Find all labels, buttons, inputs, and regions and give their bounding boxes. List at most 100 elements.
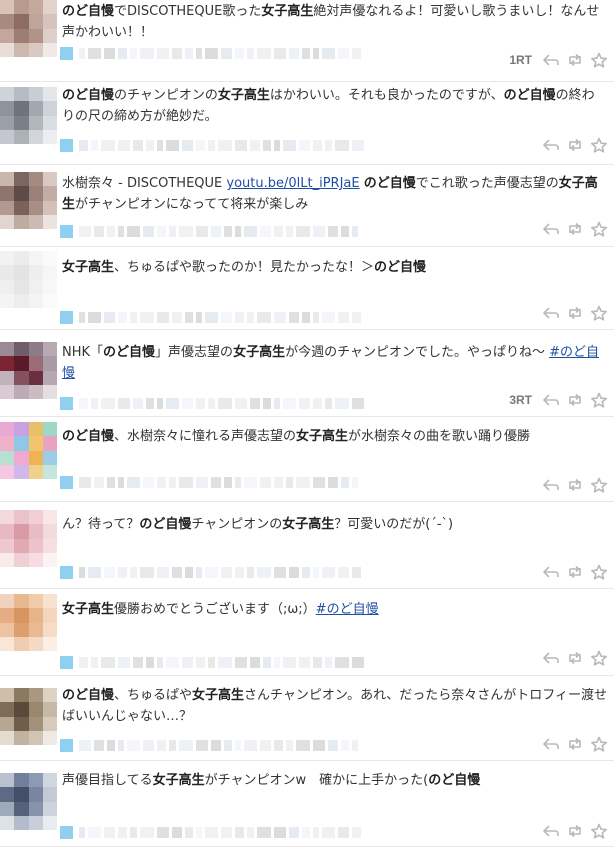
avatar[interactable]	[0, 510, 57, 567]
reply-icon[interactable]	[542, 564, 560, 580]
blurred-block	[196, 139, 205, 151]
avatar-pixel	[28, 552, 43, 567]
blurred-block	[130, 826, 137, 838]
source-icon	[60, 46, 73, 60]
avatar[interactable]	[0, 594, 57, 651]
avatar-pixel	[42, 510, 57, 525]
favorite-star-icon[interactable]	[590, 564, 608, 580]
reply-icon[interactable]	[542, 392, 560, 408]
reply-icon[interactable]	[542, 305, 560, 321]
reply-icon[interactable]	[542, 736, 560, 752]
avatar[interactable]	[0, 251, 57, 308]
blurred-block	[257, 826, 271, 838]
blurred-block	[352, 311, 361, 323]
favorite-star-icon[interactable]	[590, 736, 608, 752]
retweet-icon[interactable]	[566, 392, 584, 408]
keyword-highlight: 女子高生	[296, 429, 349, 444]
avatar-pixel	[42, 815, 57, 830]
tweet-actions	[542, 564, 608, 580]
tweet-link[interactable]: youtu.be/0lLt_iPRJaE	[226, 176, 359, 191]
blurred-block	[118, 397, 130, 409]
reply-icon[interactable]	[542, 137, 560, 153]
blurred-block	[341, 476, 349, 488]
tweet-text-segment: チャンピオンの	[191, 517, 283, 532]
source-icon	[60, 138, 73, 152]
blurred-block	[325, 656, 332, 668]
blurred-block	[118, 311, 127, 323]
tweet-text: 声優目指してる女子高生がチャンピオンw 確かに上手かった(のど自慢	[62, 770, 607, 791]
tweet-text: NHK「のど自慢」声優志望の女子高生が今週のチャンピオンでした。やっぱりね～ #…	[62, 342, 607, 384]
blurred-block	[260, 476, 271, 488]
retweet-icon[interactable]	[566, 221, 584, 237]
blurred-block	[79, 826, 85, 838]
blurred-block	[143, 739, 154, 751]
avatar[interactable]	[0, 0, 57, 57]
avatar-pixel	[28, 450, 43, 465]
blurred-block	[107, 476, 115, 488]
avatar-pixel	[42, 636, 57, 651]
avatar-pixel	[42, 594, 57, 609]
blurred-block	[274, 139, 280, 151]
retweet-icon[interactable]	[566, 650, 584, 666]
tweet-item: ん？待って？のど自慢チャンピオンの女子高生？可愛いのだが(´-`)	[0, 502, 614, 589]
avatar[interactable]	[0, 422, 57, 479]
avatar[interactable]	[0, 87, 57, 144]
avatar-pixel	[14, 552, 29, 567]
favorite-star-icon[interactable]	[590, 221, 608, 237]
avatar-pixel	[0, 552, 15, 567]
avatar-pixel	[42, 608, 57, 623]
avatar-pixel	[0, 716, 15, 731]
favorite-star-icon[interactable]	[590, 52, 608, 68]
retweet-icon[interactable]	[566, 137, 584, 153]
blurred-block	[157, 397, 163, 409]
avatar-pixel	[42, 293, 57, 308]
avatar[interactable]	[0, 172, 57, 229]
blurred-block	[157, 225, 166, 237]
avatar-pixel	[0, 129, 15, 144]
favorite-star-icon[interactable]	[590, 823, 608, 839]
blurred-block	[196, 225, 208, 237]
avatar-pixel	[0, 622, 15, 637]
favorite-star-icon[interactable]	[590, 650, 608, 666]
tweet-text: 女子高生優勝おめでとうございます（;ω;）#のど自慢	[62, 599, 607, 620]
blurred-block	[185, 311, 193, 323]
retweet-icon[interactable]	[566, 477, 584, 493]
tweet-link[interactable]: #のど自慢	[316, 602, 379, 617]
blurred-block	[107, 739, 115, 751]
blurred-block	[313, 311, 319, 323]
reply-icon[interactable]	[542, 52, 560, 68]
retweet-icon[interactable]	[566, 736, 584, 752]
avatar[interactable]	[0, 342, 57, 399]
retweet-icon[interactable]	[566, 823, 584, 839]
avatar-pixel	[28, 702, 43, 717]
avatar-pixel	[0, 186, 15, 201]
tweet-text-segment: ？可愛いのだが(´-`)	[334, 517, 454, 532]
avatar[interactable]	[0, 773, 57, 830]
reply-icon[interactable]	[542, 221, 560, 237]
keyword-highlight: 女子高生	[62, 260, 115, 275]
blurred-block	[88, 566, 101, 578]
favorite-star-icon[interactable]	[590, 305, 608, 321]
blurred-block	[118, 739, 124, 751]
avatar-pixel	[0, 172, 15, 187]
tweet-actions	[542, 137, 608, 153]
avatar-pixel	[28, 251, 43, 266]
retweet-icon[interactable]	[566, 564, 584, 580]
favorite-star-icon[interactable]	[590, 392, 608, 408]
favorite-star-icon[interactable]	[590, 137, 608, 153]
favorite-star-icon[interactable]	[590, 477, 608, 493]
blurred-block	[302, 311, 310, 323]
avatar-pixel	[42, 0, 57, 15]
reply-icon[interactable]	[542, 477, 560, 493]
blurred-block	[182, 656, 193, 668]
reply-icon[interactable]	[542, 823, 560, 839]
blurred-block	[302, 826, 310, 838]
blurred-block	[289, 311, 299, 323]
avatar[interactable]	[0, 688, 57, 745]
blurred-block	[260, 225, 271, 237]
retweet-icon[interactable]	[566, 305, 584, 321]
reply-icon[interactable]	[542, 650, 560, 666]
avatar-pixel	[14, 214, 29, 229]
retweet-icon[interactable]	[566, 52, 584, 68]
keyword-highlight: のど自慢	[62, 4, 115, 19]
